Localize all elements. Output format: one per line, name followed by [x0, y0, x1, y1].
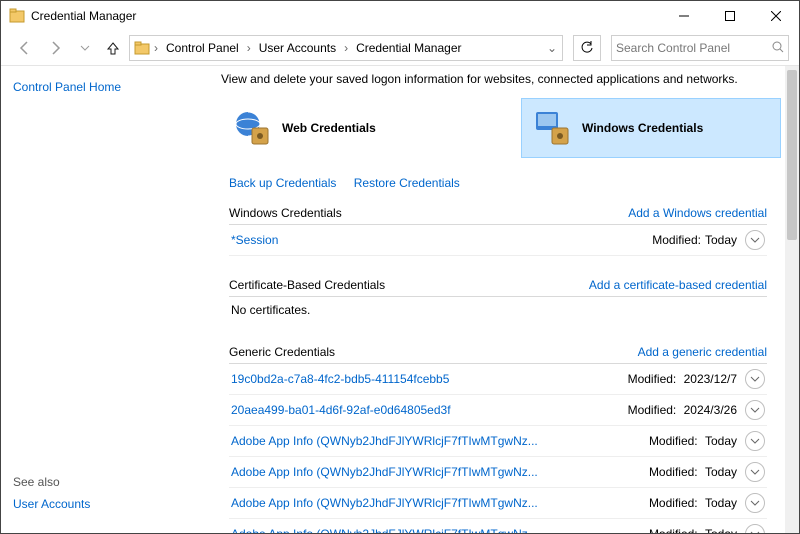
section-title: Certificate-Based Credentials [229, 278, 589, 292]
credential-modified: Modified: Today [649, 496, 737, 510]
refresh-button[interactable] [573, 35, 601, 61]
section-title: Windows Credentials [229, 206, 628, 220]
credential-modified: Modified: Today [649, 434, 737, 448]
restore-credentials-link[interactable]: Restore Credentials [354, 176, 460, 190]
close-button[interactable] [753, 1, 799, 31]
credential-modified: Modified: Today [649, 465, 737, 479]
app-icon [9, 8, 25, 24]
section-windows-credentials: Windows Credentials Add a Windows creden… [229, 206, 767, 256]
tile-label: Web Credentials [282, 121, 376, 135]
credential-name: Adobe App Info (QWNyb2JhdFJlYWRlcjF7fTIw… [231, 465, 649, 479]
back-button[interactable] [13, 36, 37, 60]
sidebar-see-also-label: See also [13, 475, 189, 489]
breadcrumb-user-accounts[interactable]: User Accounts [255, 41, 340, 55]
credential-name: *Session [231, 233, 652, 247]
expand-chevron-icon[interactable] [745, 400, 765, 420]
credential-row[interactable]: Adobe App Info (QWNyb2JhdFJlYWRlcjF7fTIw… [229, 457, 767, 488]
credential-type-tiles: Web Credentials Windows Credentials [221, 98, 785, 158]
titlebar: Credential Manager [1, 1, 799, 31]
scrollbar-thumb[interactable] [787, 70, 797, 240]
add-generic-credential-link[interactable]: Add a generic credential [638, 345, 767, 359]
add-certificate-credential-link[interactable]: Add a certificate-based credential [589, 278, 767, 292]
sidebar-user-accounts[interactable]: User Accounts [13, 497, 189, 511]
body: Control Panel Home See also User Account… [1, 66, 799, 533]
credential-modified: Modified: 2024/3/26 [628, 403, 737, 417]
credential-row[interactable]: 20aea499-ba01-4d6f-92af-e0d64805ed3fModi… [229, 395, 767, 426]
breadcrumb-credential-manager[interactable]: Credential Manager [352, 41, 465, 55]
windows-safe-icon [532, 108, 572, 148]
window: Credential Manager › Control Panel › Use… [0, 0, 800, 534]
tile-web-credentials[interactable]: Web Credentials [221, 98, 481, 158]
expand-chevron-icon[interactable] [745, 431, 765, 451]
sidebar: Control Panel Home See also User Account… [1, 66, 201, 533]
chevron-right-icon[interactable]: › [245, 41, 253, 55]
content: View and delete your saved logon informa… [201, 66, 799, 533]
address-bar[interactable]: › Control Panel › User Accounts › Creden… [129, 35, 563, 61]
breadcrumb-control-panel[interactable]: Control Panel [162, 41, 243, 55]
folder-icon [134, 40, 150, 56]
credential-name: Adobe App Info (QWNyb2JhdFJlYWRlcjF7fTIw… [231, 434, 649, 448]
minimize-button[interactable] [661, 1, 707, 31]
expand-chevron-icon[interactable] [745, 369, 765, 389]
chevron-right-icon[interactable]: › [342, 41, 350, 55]
credential-name: 19c0bd2a-c7a8-4fc2-bdb5-411154fcebb5 [231, 372, 628, 386]
credential-row[interactable]: Adobe App Info (QWNyb2JhdFJlYWRlcjF7fTIw… [229, 488, 767, 519]
credential-modified: Modified: 2023/12/7 [628, 372, 737, 386]
vertical-scrollbar[interactable] [785, 66, 799, 533]
search-placeholder: Search Control Panel [616, 41, 772, 55]
credential-modified: Modified:Today [652, 233, 737, 247]
up-button[interactable] [103, 36, 123, 60]
tile-label: Windows Credentials [582, 121, 703, 135]
expand-chevron-icon[interactable] [745, 230, 765, 250]
page-description: View and delete your saved logon informa… [221, 72, 785, 86]
credential-row[interactable]: *Session Modified:Today [229, 225, 767, 256]
credential-modified: Modified: Today [649, 527, 737, 533]
expand-chevron-icon[interactable] [745, 524, 765, 533]
credential-row[interactable]: 19c0bd2a-c7a8-4fc2-bdb5-411154fcebb5Modi… [229, 364, 767, 395]
navbar: › Control Panel › User Accounts › Creden… [1, 31, 799, 66]
expand-chevron-icon[interactable] [745, 493, 765, 513]
credential-row[interactable]: Adobe App Info (QWNyb2JhdFJlYWRlcjF7fTIw… [229, 426, 767, 457]
credential-name: 20aea499-ba01-4d6f-92af-e0d64805ed3f [231, 403, 628, 417]
globe-safe-icon [232, 108, 272, 148]
search-input[interactable]: Search Control Panel [611, 35, 789, 61]
sidebar-control-panel-home[interactable]: Control Panel Home [13, 80, 189, 94]
section-generic-credentials: Generic Credentials Add a generic creden… [229, 345, 767, 533]
chevron-right-icon[interactable]: › [152, 41, 160, 55]
search-icon [772, 41, 784, 56]
credential-name: Adobe App Info (QWNyb2JhdFJlYWRlcjF7fTIw… [231, 496, 649, 510]
expand-chevron-icon[interactable] [745, 462, 765, 482]
window-title: Credential Manager [31, 9, 136, 23]
empty-state: No certificates. [229, 297, 767, 323]
forward-button[interactable] [43, 36, 67, 60]
credential-row[interactable]: Adobe App Info (QWNyb2JhdFJlYWRlcjF7fTIw… [229, 519, 767, 533]
backup-credentials-link[interactable]: Back up Credentials [229, 176, 336, 190]
tile-windows-credentials[interactable]: Windows Credentials [521, 98, 781, 158]
maximize-button[interactable] [707, 1, 753, 31]
credential-name: Adobe App Info (QWNyb2JhdFJlYWRlcjF7fTIw… [231, 527, 649, 533]
credential-actions: Back up Credentials Restore Credentials [229, 176, 785, 190]
section-title: Generic Credentials [229, 345, 638, 359]
recent-dropdown[interactable] [73, 36, 97, 60]
section-certificate-credentials: Certificate-Based Credentials Add a cert… [229, 278, 767, 323]
add-windows-credential-link[interactable]: Add a Windows credential [628, 206, 767, 220]
address-dropdown[interactable]: ⌄ [544, 41, 560, 55]
